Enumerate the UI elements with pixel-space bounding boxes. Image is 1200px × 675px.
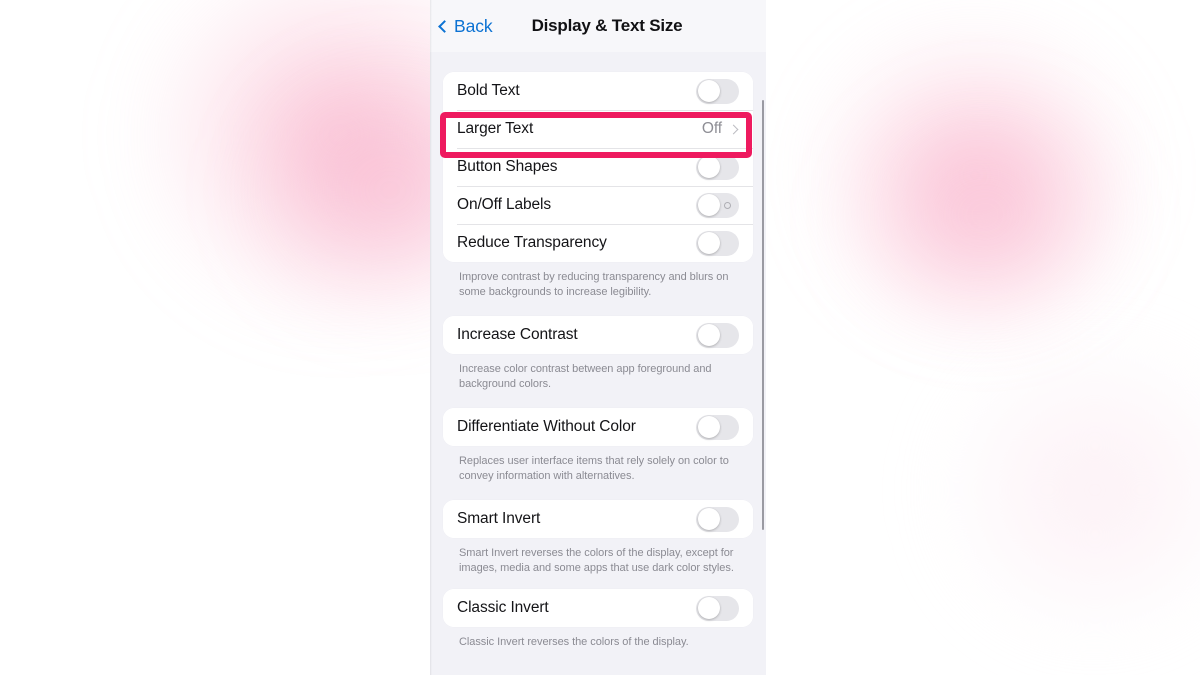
settings-group-differentiate: Differentiate Without Color bbox=[443, 408, 753, 447]
toggle-knob bbox=[697, 156, 720, 178]
row-bold-text[interactable]: Bold Text bbox=[443, 72, 753, 110]
background-blob-right-2 bbox=[840, 90, 1130, 340]
background-blob-right bbox=[800, 10, 1150, 340]
note-classic-invert: Classic Invert reverses the colors of th… bbox=[459, 636, 689, 649]
toggle-reduce-transparency[interactable] bbox=[696, 230, 739, 256]
row-classic-invert[interactable]: Classic Invert bbox=[443, 589, 753, 628]
row-label: Classic Invert bbox=[457, 599, 549, 617]
row-label: Smart Invert bbox=[457, 510, 541, 528]
row-label: Bold Text bbox=[457, 82, 520, 99]
row-label: Differentiate Without Color bbox=[457, 418, 636, 436]
note-reduce-transparency: Improve contrast by reducing transparenc… bbox=[459, 271, 729, 298]
row-button-shapes[interactable]: Button Shapes bbox=[443, 148, 753, 186]
row-smart-invert[interactable]: Smart Invert bbox=[443, 500, 753, 539]
toggle-knob bbox=[697, 597, 720, 620]
toggle-knob bbox=[697, 324, 720, 347]
phone-settings-panel: Back Display & Text Size Bold Text Large… bbox=[430, 0, 766, 675]
settings-group-classic-invert: Classic Invert bbox=[443, 589, 753, 628]
toggle-button-shapes[interactable] bbox=[696, 154, 739, 180]
settings-group-increase-contrast: Increase Contrast bbox=[443, 316, 753, 355]
settings-group-text: Bold Text Larger Text Off Button Shapes bbox=[443, 72, 753, 262]
toggle-bold-text[interactable] bbox=[696, 78, 739, 104]
toggle-on-off-labels[interactable] bbox=[696, 192, 739, 218]
back-button-label: Back bbox=[454, 15, 493, 36]
navigation-bar: Back Display & Text Size bbox=[430, 0, 766, 52]
row-value-larger-text: Off bbox=[701, 120, 722, 137]
toggle-differentiate-without-color[interactable] bbox=[696, 414, 739, 440]
toggle-knob bbox=[697, 508, 720, 531]
row-on-off-labels[interactable]: On/Off Labels bbox=[443, 186, 753, 224]
row-label: Button Shapes bbox=[457, 158, 558, 175]
settings-group-smart-invert: Smart Invert bbox=[443, 500, 753, 539]
row-label: Increase Contrast bbox=[457, 326, 578, 344]
chevron-right-icon bbox=[728, 124, 739, 134]
toggle-smart-invert[interactable] bbox=[696, 506, 739, 532]
note-smart-invert: Smart Invert reverses the colors of the … bbox=[459, 547, 734, 574]
background-blob-right-3 bbox=[930, 330, 1200, 650]
settings-scroll-area[interactable]: Bold Text Larger Text Off Button Shapes bbox=[430, 52, 766, 675]
chevron-left-icon bbox=[438, 19, 451, 33]
off-circle-icon bbox=[724, 201, 731, 209]
row-larger-text[interactable]: Larger Text Off bbox=[443, 110, 753, 148]
toggle-knob bbox=[697, 194, 720, 216]
note-increase-contrast: Increase color contrast between app fore… bbox=[459, 363, 712, 390]
vertical-scrollbar[interactable] bbox=[761, 100, 764, 530]
row-differentiate-without-color[interactable]: Differentiate Without Color bbox=[443, 408, 753, 447]
screenshot-stage: Back Display & Text Size Bold Text Large… bbox=[0, 0, 1200, 675]
row-label: Reduce Transparency bbox=[457, 234, 607, 251]
toggle-knob bbox=[697, 80, 720, 102]
row-increase-contrast[interactable]: Increase Contrast bbox=[443, 316, 753, 355]
toggle-classic-invert[interactable] bbox=[696, 595, 739, 621]
row-label: On/Off Labels bbox=[457, 196, 552, 213]
toggle-increase-contrast[interactable] bbox=[696, 322, 739, 348]
spacer-top bbox=[443, 52, 753, 72]
toggle-knob bbox=[697, 416, 720, 439]
row-reduce-transparency[interactable]: Reduce Transparency bbox=[443, 224, 753, 262]
back-button[interactable]: Back bbox=[436, 16, 493, 37]
note-differentiate: Replaces user interface items that rely … bbox=[459, 455, 729, 482]
row-label: Larger Text bbox=[457, 120, 534, 137]
toggle-knob bbox=[697, 232, 720, 254]
